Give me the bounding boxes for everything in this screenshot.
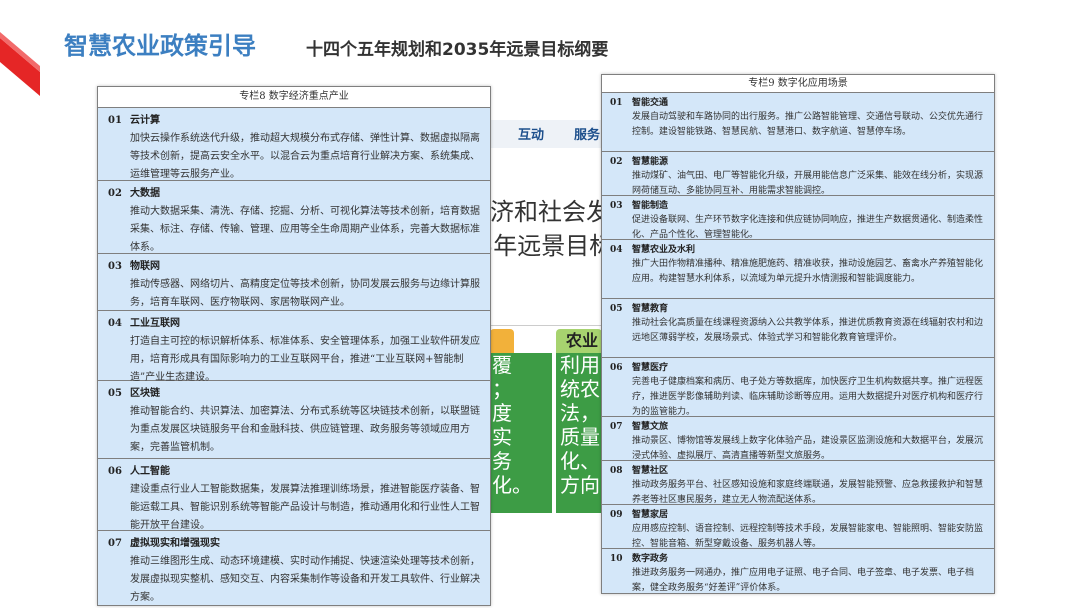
item-number: 01 xyxy=(108,115,122,126)
item-description: 推动景区、博物馆等发展线上数字化体验产品，建设景区监测设施和大数据平台，发展沉浸… xyxy=(632,436,984,461)
item-description: 推动智能合约、共识算法、加密算法、分布式系统等区块链技术创新，以联盟链为重点发展… xyxy=(130,406,480,453)
item-number: 10 xyxy=(610,554,623,564)
item-name: 智能制造 xyxy=(632,201,669,211)
item-name: 工业互联网 xyxy=(130,318,180,329)
item-description: 推进政务服务一网通办，推广应用电子证照、电子合同、电子签章、电子发票、电子档案，… xyxy=(632,568,975,593)
item-name: 智慧能源 xyxy=(632,157,669,167)
item-number: 06 xyxy=(108,466,122,477)
red-ribbon-shape xyxy=(0,38,40,96)
background-headline-2: 5年远景目标 xyxy=(478,232,614,260)
item-number: 06 xyxy=(610,363,623,373)
item-description: 推动社会化高质量在线课程资源纳入公共教学体系，推进优质教育资源在线辐射农村和边远… xyxy=(632,318,984,343)
page-subtitle: 十四个五年规划和2035年远景目标纲要 xyxy=(306,40,609,60)
item-number: 05 xyxy=(108,388,122,399)
table-digital-application-scenarios: 专栏9 数字化应用场景 01 智能交通 发展自动驾驶和车路协同的出行服务。推广公路… xyxy=(601,74,995,594)
table-row: 01 云计算 加快云操作系统迭代升级，推动超大规模分布式存储、弹性计算、数据虚拟隔… xyxy=(98,108,490,181)
item-description: 推动三维图形生成、动态环境建模、实时动作捕捉、快速渲染处理等技术创新，发展虚拟现… xyxy=(130,556,480,603)
item-name: 人工智能 xyxy=(130,466,170,477)
item-number: 07 xyxy=(108,538,122,549)
item-description: 推动政务服务平台、社区感知设施和家庭终端联通，发展智能预警、应急救援救护和智慧养… xyxy=(632,480,984,505)
item-name: 云计算 xyxy=(130,115,160,126)
background-divider xyxy=(490,325,602,326)
table-row: 02 智慧能源 推动煤矿、油气田、电厂等智能化升级，开展用能信息广泛采集、能效在线… xyxy=(602,152,994,196)
background-headline-1: 济和社会发 xyxy=(490,198,610,226)
item-description: 推广大田作物精准播种、精准施肥施药、精准收获，推动设施园艺、畜禽水产养殖智能化应… xyxy=(632,259,984,284)
item-description: 加快云操作系统迭代升级，推动超大规模分布式存储、弹性计算、数据虚拟隔离等技术创新… xyxy=(130,133,480,180)
item-number: 03 xyxy=(108,261,122,272)
table-row: 07 虚拟现实和增强现实 推动三维图形生成、动态环境建模、实时动作捕捉、快速渲染处… xyxy=(98,531,490,605)
table-row: 04 智慧农业及水利 推广大田作物精准播种、精准施肥施药、精准收获，推动设施园艺、… xyxy=(602,240,994,299)
item-description: 应用感应控制、语音控制、远程控制等技术手段，发展智能家电、智能照明、智能安防监控… xyxy=(632,524,984,549)
table-row: 06 人工智能 建设重点行业人工智能数据集，发展算法推理训练场景，推进智能医疗装备… xyxy=(98,459,490,531)
table-row: 08 智慧社区 推动政务服务平台、社区感知设施和家庭终端联通，发展智能预警、应急救… xyxy=(602,461,994,505)
item-name: 智能交通 xyxy=(632,98,669,108)
table-digital-economy-industries: 专栏8 数字经济重点产业 01 云计算 加快云操作系统迭代升级，推动超大规模分布式… xyxy=(97,86,491,606)
table-row: 10 数字政务 推进政务服务一网通办，推广应用电子证照、电子合同、电子签章、电子发… xyxy=(602,549,994,593)
background-nav-item: 互动 xyxy=(518,128,545,143)
item-description: 推动大数据采集、清洗、存储、挖掘、分析、可视化算法等技术创新，培育数据采集、标注… xyxy=(130,206,480,253)
item-number: 07 xyxy=(610,422,623,432)
item-name: 数字政务 xyxy=(632,554,669,564)
item-name: 物联网 xyxy=(130,261,160,272)
background-tab-label: 农业 xyxy=(556,329,602,353)
background-green-block-b: 利用 统农 法， 质量 化、 方向 xyxy=(556,353,602,513)
item-description: 发展自动驾驶和车路协同的出行服务。推广公路智能管理、交通信号联动、公交优先通行控… xyxy=(632,112,984,137)
corner-decoration xyxy=(0,32,40,96)
item-name: 虚拟现实和增强现实 xyxy=(130,538,220,549)
item-name: 智慧家居 xyxy=(632,510,669,520)
item-number: 09 xyxy=(610,510,623,520)
background-tab-orange xyxy=(490,329,514,353)
page-title: 智慧农业政策引导 xyxy=(64,32,256,60)
item-number: 02 xyxy=(108,188,122,199)
item-name: 智慧教育 xyxy=(632,304,669,314)
item-number: 04 xyxy=(610,245,623,255)
table-row: 09 智慧家居 应用感应控制、语音控制、远程控制等技术手段，发展智能家电、智能照明… xyxy=(602,505,994,549)
item-number: 08 xyxy=(610,466,623,476)
table-row: 03 物联网 推动传感器、网络切片、高精度定位等技术创新，协同发展云服务与边缘计算… xyxy=(98,254,490,311)
item-number: 05 xyxy=(610,304,623,314)
item-name: 区块链 xyxy=(130,388,160,399)
item-name: 智慧文旅 xyxy=(632,422,669,432)
table-row: 02 大数据 推动大数据采集、清洗、存储、挖掘、分析、可视化算法等技术创新，培育数… xyxy=(98,181,490,254)
table-heading: 专栏8 数字经济重点产业 xyxy=(98,87,490,108)
item-number: 03 xyxy=(610,201,623,211)
table-row: 07 智慧文旅 推动景区、博物馆等发展线上数字化体验产品，建设景区监测设施和大数据… xyxy=(602,417,994,461)
item-number: 04 xyxy=(108,318,122,329)
item-description: 促进设备联网、生产环节数字化连接和供应链协同响应，推进生产数据贯通化、制造柔性化… xyxy=(632,215,984,240)
table-row: 03 智能制造 促进设备联网、生产环节数字化连接和供应链协同响应，推进生产数据贯通… xyxy=(602,196,994,240)
background-green-block-a: 覆 ； 度 实 务 化。 xyxy=(490,353,552,513)
item-name: 大数据 xyxy=(130,188,160,199)
item-name: 智慧社区 xyxy=(632,466,669,476)
table-row: 04 工业互联网 打造自主可控的标识解析体系、标准体系、安全管理体系，加强工业软件… xyxy=(98,311,490,383)
item-description: 打造自主可控的标识解析体系、标准体系、安全管理体系，加强工业软件研发应用，培育形… xyxy=(130,336,480,383)
table-heading: 专栏9 数字化应用场景 xyxy=(602,75,994,93)
table-row: 06 智慧医疗 完善电子健康档案和病历、电子处方等数据库，加快医疗卫生机构数据共享… xyxy=(602,358,994,417)
table-row: 01 智能交通 发展自动驾驶和车路协同的出行服务。推广公路智能管理、交通信号联动、… xyxy=(602,93,994,152)
item-description: 推动煤矿、油气田、电厂等智能化升级，开展用能信息广泛采集、能效在线分析，实现源网… xyxy=(632,171,984,196)
item-description: 推动传感器、网络切片、高精度定位等技术创新，协同发展云服务与边缘计算服务，培育车… xyxy=(130,279,480,308)
item-description: 完善电子健康档案和病历、电子处方等数据库，加快医疗卫生机构数据共享。推广远程医疗… xyxy=(632,377,984,417)
item-number: 01 xyxy=(610,98,623,108)
background-nav-bar: 互动 服务 xyxy=(490,120,602,148)
background-nav-item: 服务 xyxy=(574,128,601,143)
table-row: 05 区块链 推动智能合约、共识算法、加密算法、分布式系统等区块链技术创新，以联盟… xyxy=(98,381,490,459)
item-description: 建设重点行业人工智能数据集，发展算法推理训练场景，推进智能医疗装备、智能运载工具… xyxy=(130,484,480,531)
item-name: 智慧医疗 xyxy=(632,363,669,373)
item-name: 智慧农业及水利 xyxy=(632,245,696,255)
table-row: 05 智慧教育 推动社会化高质量在线课程资源纳入公共教学体系，推进优质教育资源在线… xyxy=(602,299,994,358)
background-banner-strip xyxy=(215,78,490,86)
item-number: 02 xyxy=(610,157,623,167)
